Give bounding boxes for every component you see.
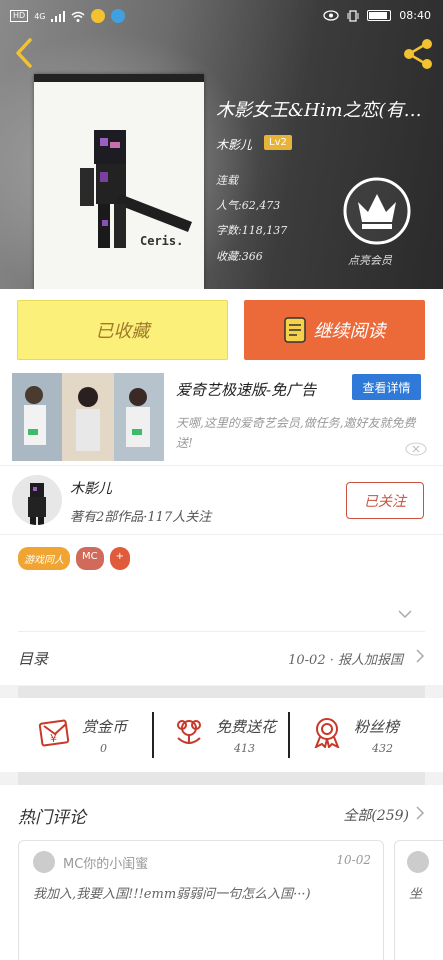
comment-card-2[interactable]: 坐 xyxy=(394,840,443,960)
cover-topbar xyxy=(34,74,204,82)
comment-date: 10-02 xyxy=(336,853,371,867)
ad-title[interactable]: 爱奇艺极速版-免广告 xyxy=(176,379,316,400)
chevron-right-icon xyxy=(416,649,425,663)
book-word-count: 字数:118,137 xyxy=(216,224,288,237)
app-notification-icon xyxy=(91,9,106,23)
status-left: HD 4G xyxy=(10,9,126,23)
status-right: 08:40 xyxy=(323,9,431,22)
book-author[interactable]: 木影儿 xyxy=(216,136,252,153)
back-button[interactable] xyxy=(8,36,40,70)
share-button[interactable] xyxy=(401,38,435,70)
vip-label[interactable]: 点亮会员 xyxy=(348,252,392,268)
clock: 08:40 xyxy=(399,9,431,22)
hot-comments-section: 热门评论 全部(259) MC你的小闺蜜 10-02 我加入,我要入国!!!em… xyxy=(0,785,443,960)
book-icon xyxy=(283,317,306,343)
action-bar: 已收藏 继续阅读 xyxy=(0,289,443,367)
ad-image[interactable] xyxy=(12,373,164,461)
battery-icon xyxy=(367,10,392,21)
ad-detail-button[interactable]: 查看详情 xyxy=(352,374,421,400)
author-stats: 著有2部作品·117人关注 xyxy=(70,510,212,525)
book-title: 木影女王&Him之恋(有… xyxy=(216,100,422,121)
ad-banner[interactable]: 爱奇艺极速版-免广告 查看详情 天哪,这里的爱奇艺会员,做任务,邀好友就免费送! xyxy=(0,367,443,465)
all-comments-link[interactable]: 全部(259) xyxy=(343,805,409,825)
commenter-avatar-2[interactable] xyxy=(407,851,429,873)
fan-rank-count: 432 xyxy=(372,742,393,755)
wifi-icon xyxy=(72,11,85,22)
commenter-avatar[interactable] xyxy=(33,851,55,873)
author-avatar[interactable] xyxy=(12,475,62,525)
book-popularity: 人气:62,473 xyxy=(216,199,281,212)
fan-rank-label: 粉丝榜 xyxy=(354,718,400,736)
gift-bar: ¥ 赏金币 0 免费送花 413 粉丝榜 432 xyxy=(0,698,443,772)
comment-text: 我加入,我要入国!!!emm弱弱问一句怎么入国···) xyxy=(33,887,311,902)
tag-mc[interactable]: MC xyxy=(76,547,104,570)
signal-bars-icon xyxy=(51,10,66,22)
tag-game-fanfic[interactable]: 游戏同人 xyxy=(18,547,70,570)
flower-icon xyxy=(177,720,201,744)
catalog-latest-chapter: 10-02 · 报人加报国 xyxy=(288,653,403,668)
continue-reading-button[interactable]: 继续阅读 xyxy=(244,300,425,360)
comment-card[interactable]: MC你的小闺蜜 10-02 我加入,我要入国!!!emm弱弱问一句怎么入国···… xyxy=(18,840,384,960)
tag-list: 游戏同人 MC + xyxy=(18,547,131,570)
free-flower-item[interactable]: 免费送花 413 xyxy=(152,712,287,762)
free-flower-label: 免费送花 xyxy=(216,718,277,736)
hot-comments-title: 热门评论 xyxy=(18,808,86,828)
author-row-name: 木影儿 xyxy=(70,481,112,497)
fan-rank-item[interactable]: 粉丝榜 432 xyxy=(290,712,425,762)
book-cover[interactable]: Ceris. xyxy=(34,74,204,289)
follow-button[interactable]: 已关注 xyxy=(346,482,424,519)
app-notification-icon-2 xyxy=(111,9,126,23)
coin-reward-label: 赏金币 xyxy=(82,718,128,736)
book-favorites: 收藏:366 xyxy=(216,250,263,263)
vibrate-icon xyxy=(347,9,359,22)
ad-close-icon[interactable] xyxy=(405,442,427,456)
status-bar: HD 4G 08:40 xyxy=(0,0,443,32)
medal-icon xyxy=(314,718,340,748)
comment-text-2: 坐 xyxy=(409,887,423,902)
tag-add-button[interactable]: + xyxy=(109,547,131,570)
chevron-right-icon[interactable] xyxy=(415,805,425,821)
coin-reward-item[interactable]: ¥ 赏金币 0 xyxy=(18,712,153,762)
ad-description: 天哪,这里的爱奇艺会员,做任务,邀好友就免费送! xyxy=(176,416,416,450)
continue-reading-label: 继续阅读 xyxy=(313,321,386,342)
commenter-name[interactable]: MC你的小闺蜜 xyxy=(63,853,148,872)
book-header: HD 4G 08:40 Ceris. 木影女王&Him之恋(有… 木影儿 Lv2… xyxy=(0,0,443,289)
svg-text:¥: ¥ xyxy=(50,732,57,745)
cover-signature: Ceris. xyxy=(140,234,184,248)
hd-badge: HD xyxy=(10,10,29,22)
signal-icon: 4G xyxy=(34,11,46,21)
eye-icon xyxy=(323,10,339,21)
tags-section: 游戏同人 MC + 目录 10-02 · 报人加报国 xyxy=(0,535,443,685)
crown-icon[interactable] xyxy=(342,176,412,246)
catalog-label: 目录 xyxy=(18,650,49,668)
catalog-row[interactable]: 目录 10-02 · 报人加报国 xyxy=(18,631,425,683)
coin-reward-count: 0 xyxy=(100,742,107,755)
red-envelope-icon: ¥ xyxy=(38,719,70,747)
collected-button[interactable]: 已收藏 xyxy=(17,300,228,360)
chevron-down-icon[interactable] xyxy=(397,609,413,619)
section-divider-2 xyxy=(18,772,425,785)
author-level-badge: Lv2 xyxy=(264,135,292,150)
book-status: 连载 xyxy=(216,174,238,187)
free-flower-count: 413 xyxy=(234,742,255,755)
author-row[interactable]: 木影儿 著有2部作品·117人关注 已关注 xyxy=(0,465,443,535)
